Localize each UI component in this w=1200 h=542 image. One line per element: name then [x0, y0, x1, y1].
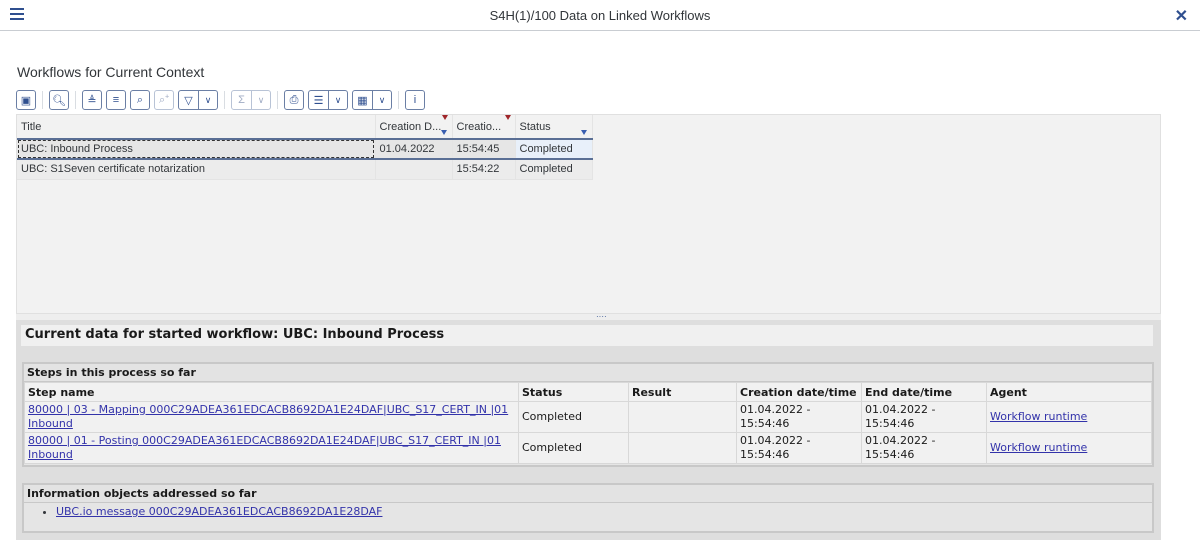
- sort-marker-icon: [441, 115, 448, 120]
- table-row[interactable]: UBC: S1Seven certificate notarization 15…: [17, 159, 593, 180]
- table-row: 80000 | 03 - Mapping 000C29ADEA361EDCACB…: [24, 401, 1152, 433]
- steps-col-end: End date/time: [861, 382, 987, 402]
- cell-creation-date[interactable]: 01.04.2022: [375, 139, 453, 160]
- cell-creation-time[interactable]: 15:54:45: [452, 139, 516, 160]
- find-icon: ⌕: [136, 93, 144, 106]
- chevron-down-icon[interactable]: ∨: [373, 91, 391, 109]
- filter-marker-icon: [440, 130, 447, 135]
- alv-toolbar: ▣ 🔍︎ ≜ ≡ ⌕ ⌕⁺ ▽ ∨ Σ ∨ ⎙ ☰ ∨ ▦ ∨ i: [16, 89, 429, 111]
- detail-heading: Current data for started workflow: UBC: …: [21, 325, 1153, 346]
- chevron-down-icon[interactable]: ∨: [199, 91, 217, 109]
- find-next-icon: ⌕⁺: [159, 93, 169, 106]
- info-icon: i: [413, 94, 417, 106]
- details-icon: ▣: [20, 94, 32, 107]
- steps-col-agent: Agent: [986, 382, 1152, 402]
- view-icon: ☰: [309, 91, 329, 109]
- cell-creation-time[interactable]: 15:54:22: [452, 159, 516, 180]
- sort-marker-icon: [504, 115, 511, 120]
- step-result: [628, 401, 737, 433]
- sum-button: Σ ∨: [231, 90, 271, 110]
- splitter-grip-icon[interactable]: ····: [596, 313, 607, 321]
- chevron-down-icon[interactable]: ∨: [329, 91, 347, 109]
- workflows-section-title: Workflows for Current Context: [17, 64, 205, 80]
- agent-link[interactable]: Workflow runtime: [990, 441, 1087, 454]
- step-status: Completed: [518, 401, 629, 433]
- column-header-label: Creation D...: [379, 120, 442, 133]
- column-header-label: Status: [519, 120, 551, 133]
- title-bar: S4H(1)/100 Data on Linked Workflows ✕: [0, 0, 1200, 31]
- steps-col-status: Status: [518, 382, 629, 402]
- column-header-creation-time[interactable]: Creatio...: [452, 115, 516, 140]
- toolbar-separator: [75, 91, 76, 109]
- find-next-button: ⌕⁺: [154, 90, 174, 110]
- cell-status[interactable]: Completed: [515, 159, 593, 180]
- chevron-down-icon: ∨: [257, 94, 265, 105]
- column-header-label: Title: [21, 120, 42, 133]
- info-button[interactable]: i: [405, 90, 425, 110]
- step-created: 01.04.2022 - 15:54:46: [736, 401, 862, 433]
- step-result: [628, 432, 737, 464]
- steps-col-step-name: Step name: [24, 382, 519, 402]
- layout-icon: ▦: [353, 91, 373, 109]
- filter-marker-icon: [580, 130, 587, 135]
- list-item: UBC.io message 000C29ADEA361EDCACB8692DA…: [56, 505, 1152, 518]
- agent-link[interactable]: Workflow runtime: [990, 410, 1087, 423]
- step-status: Completed: [518, 432, 629, 464]
- table-row[interactable]: UBC: Inbound Process 01.04.2022 15:54:45…: [17, 139, 593, 160]
- info-object-link[interactable]: UBC.io message 000C29ADEA361EDCACB8692DA…: [56, 505, 382, 518]
- cell-title[interactable]: UBC: Inbound Process: [17, 139, 376, 160]
- table-row: 80000 | 01 - Posting 000C29ADEA361EDCACB…: [24, 432, 1152, 464]
- steps-col-creation: Creation date/time: [736, 382, 862, 402]
- step-created: 01.04.2022 - 15:54:46: [736, 432, 862, 464]
- toolbar-separator: [42, 91, 43, 109]
- step-ended: 01.04.2022 - 15:54:46: [861, 432, 987, 464]
- column-header-status[interactable]: Status: [515, 115, 593, 140]
- toolbar-separator: [277, 91, 278, 109]
- steps-col-result: Result: [628, 382, 737, 402]
- step-link[interactable]: 80000 | 03 - Mapping 000C29ADEA361EDCACB…: [28, 403, 508, 430]
- step-link[interactable]: 80000 | 01 - Posting 000C29ADEA361EDCACB…: [28, 434, 501, 461]
- steps-box-title: Steps in this process so far: [24, 364, 1152, 382]
- print-icon: ⎙: [289, 93, 299, 106]
- details-button[interactable]: ▣: [16, 90, 36, 110]
- sort-descending-button[interactable]: ≡: [106, 90, 126, 110]
- zoom-detail-button[interactable]: 🔍︎: [49, 90, 69, 110]
- filter-icon: ▽: [179, 91, 199, 109]
- info-objects-title: Information objects addressed so far: [24, 485, 1152, 503]
- sort-ascending-icon: ≜: [87, 94, 97, 107]
- zoom-detail-icon: 🔍︎: [52, 94, 66, 107]
- close-icon[interactable]: ✕: [1175, 6, 1188, 26]
- toolbar-separator: [224, 91, 225, 109]
- column-header-creation-date[interactable]: Creation D...: [375, 115, 453, 140]
- sort-descending-icon: ≡: [112, 94, 120, 106]
- cell-status[interactable]: Completed: [515, 139, 593, 160]
- column-header-title[interactable]: Title: [17, 115, 376, 140]
- find-button[interactable]: ⌕: [130, 90, 150, 110]
- filter-button[interactable]: ▽ ∨: [178, 90, 218, 110]
- sum-icon: Σ: [232, 91, 252, 109]
- step-ended: 01.04.2022 - 15:54:46: [861, 401, 987, 433]
- sort-ascending-button[interactable]: ≜: [82, 90, 102, 110]
- workflow-detail-pane: Current data for started workflow: UBC: …: [16, 320, 1161, 540]
- info-objects-box: Information objects addressed so far UBC…: [22, 483, 1154, 533]
- column-header-label: Creatio...: [456, 120, 502, 133]
- print-button[interactable]: ⎙: [284, 90, 304, 110]
- cell-title[interactable]: UBC: S1Seven certificate notarization: [17, 159, 376, 180]
- steps-box: Steps in this process so far Step name S…: [22, 362, 1154, 467]
- cell-creation-date[interactable]: [375, 159, 453, 180]
- window-title: S4H(1)/100 Data on Linked Workflows: [489, 8, 711, 23]
- toolbar-separator: [398, 91, 399, 109]
- workflows-grid: Title Creation D... Creatio... Status UB…: [16, 114, 1161, 314]
- layout-button[interactable]: ▦ ∨: [352, 90, 392, 110]
- view-button[interactable]: ☰ ∨: [308, 90, 348, 110]
